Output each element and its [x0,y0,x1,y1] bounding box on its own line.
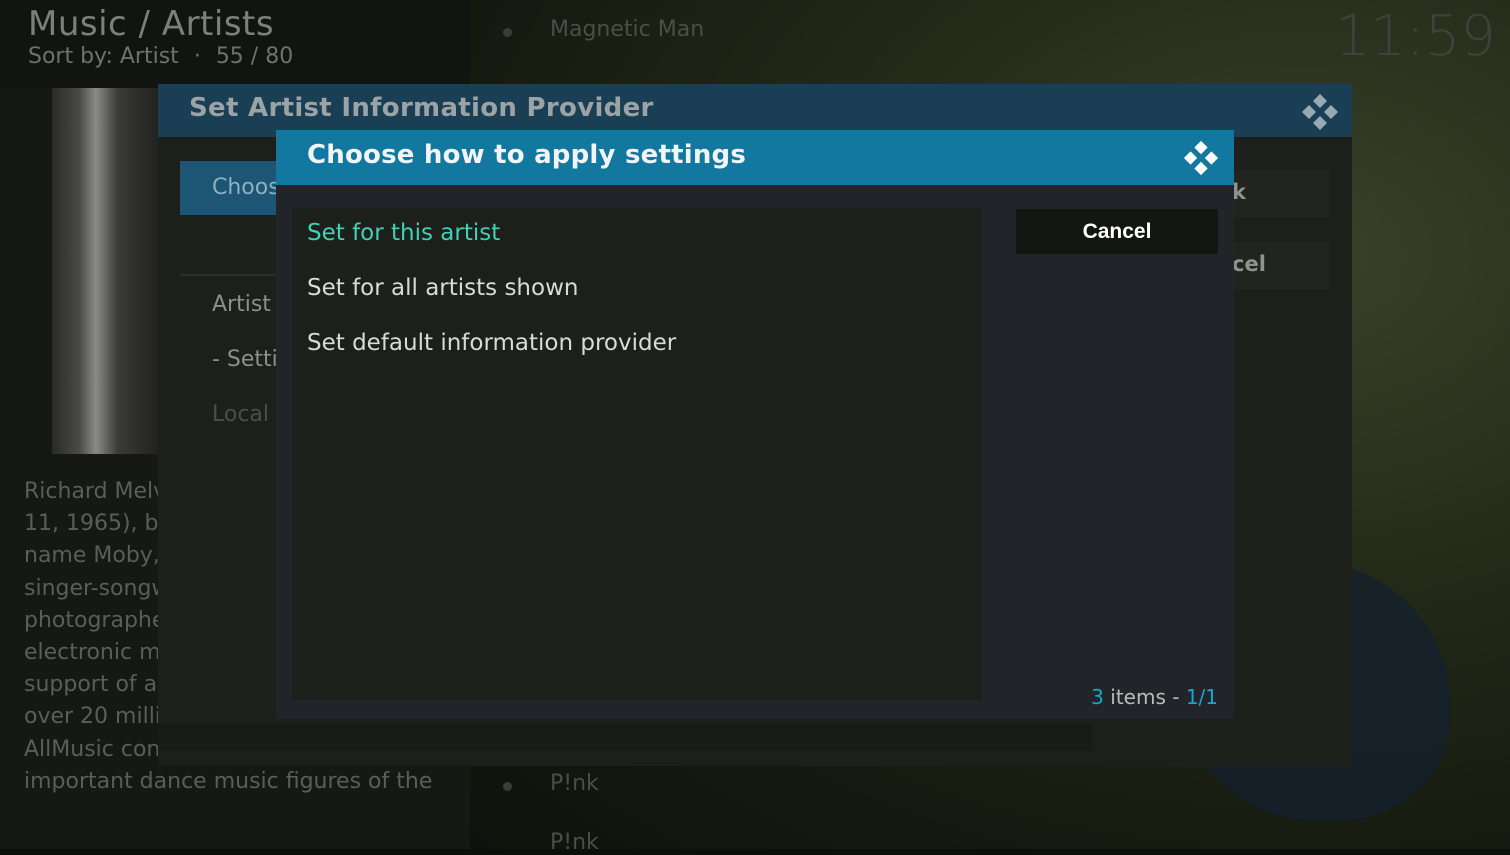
dialog-title: Choose how to apply settings [307,140,747,170]
artist-thumbnail [52,88,162,454]
choose-provider-label: Choos [212,175,280,200]
option-set-for-this-artist[interactable]: Set for this artist [307,220,500,246]
options-list: Set for this artist Set for all artists … [292,208,982,700]
kodi-logo-icon [1302,94,1338,130]
sort-info: Sort by: Artist · 55 / 80 [28,44,293,69]
sort-label: Sort by: Artist [28,44,179,69]
option-set-for-all-artists[interactable]: Set for all artists shown [307,275,578,301]
option-set-default-provider[interactable]: Set default information provider [307,330,676,356]
ok-button-label: k [1232,180,1246,204]
outer-list-item[interactable]: Artist i [212,292,284,317]
items-count-value: 3 [1091,685,1104,709]
item-position: 55 / 80 [215,44,294,69]
page-indicator: 1/1 [1185,685,1218,709]
items-count-label: items - [1110,685,1180,709]
outer-cancel-label: cel [1232,252,1266,276]
ok-button[interactable]: k [1228,170,1330,218]
dialog-footer [158,724,1092,751]
list-item[interactable]: P!nk [550,771,599,796]
cancel-button-label: Cancel [1082,219,1152,243]
bio-line: important dance music figures of the [24,768,433,794]
kodi-logo-icon [1183,140,1219,176]
bullet-icon [503,28,512,37]
dialog-title: Set Artist Information Provider [189,93,654,123]
page-title: Music / Artists [28,4,275,44]
sort-separator: · [193,44,201,69]
outer-cancel-button[interactable]: cel [1228,242,1330,290]
items-count: 3 items - 1/1 [1091,685,1218,709]
cancel-button[interactable]: Cancel [1016,209,1218,254]
list-item[interactable]: Magnetic Man [550,17,704,42]
clock: 11:59 [1334,4,1496,69]
dialog-header: Choose how to apply settings [276,130,1234,185]
apply-settings-dialog: Choose how to apply settings Set for thi… [276,130,1234,719]
list-item[interactable]: P!nk [550,830,599,855]
bullet-icon [503,782,512,791]
